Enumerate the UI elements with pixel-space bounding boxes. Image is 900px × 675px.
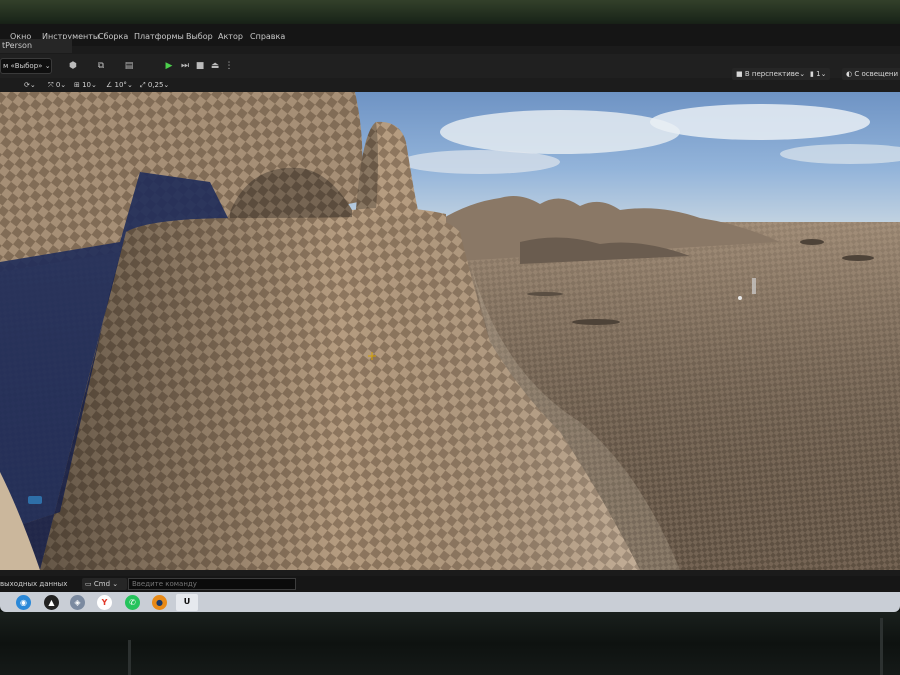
output-log-tab[interactable]: выходных данных: [0, 580, 67, 588]
cinematics-icon[interactable]: ▤: [122, 60, 136, 72]
cable: [880, 618, 883, 675]
lighting-mode-label: С освещени: [854, 70, 899, 78]
monitor-screen: Окно Инструменты Сборка Платформы Выбор …: [0, 24, 900, 612]
skip-icon[interactable]: ⏭: [178, 60, 192, 72]
camera-speed-value: 1: [816, 70, 821, 78]
lighting-mode-button[interactable]: ◐ С освещени: [842, 68, 900, 80]
console-icon: ▭: [85, 580, 92, 588]
rotation-snap-value: 0: [55, 81, 61, 89]
menu-select[interactable]: Выбор: [186, 32, 213, 41]
taskbar: ◉ ▲ ◈ Y ✆ ● U: [0, 592, 900, 612]
camera-speed-button[interactable]: ▮ 1⌄: [806, 68, 831, 80]
level-tab[interactable]: tPerson: [0, 39, 72, 53]
rock: [527, 292, 563, 296]
cloud: [400, 150, 560, 174]
yandex-icon[interactable]: Y: [97, 595, 112, 610]
more-options-icon[interactable]: ⋮: [222, 60, 236, 72]
rock: [800, 239, 824, 245]
scale-snap[interactable]: ⤢ 0,25⌄: [140, 81, 169, 90]
stop-icon[interactable]: ■: [193, 60, 207, 72]
mode-select-label: м «Выбор»: [3, 62, 43, 70]
camera-icon: ■: [736, 70, 743, 78]
cloud: [650, 104, 870, 140]
perspective-label: В перспективе: [744, 70, 800, 78]
angle-snap[interactable]: ∠ 10°⌄: [106, 81, 133, 89]
cat-icon[interactable]: ▲: [44, 595, 59, 610]
menu-actor[interactable]: Актор: [218, 32, 243, 41]
menu-help[interactable]: Справка: [250, 32, 285, 41]
rock: [842, 255, 874, 261]
light-billboard: [752, 278, 756, 294]
box-icon[interactable]: ◈: [70, 595, 85, 610]
launch-icon[interactable]: ⏏: [208, 60, 222, 72]
rotation-snap[interactable]: ⤧ 0⌄: [48, 81, 66, 90]
viewport-toolbar: ⟳⌄ ⤧ 0⌄ ⊞ 10⌄ ∠ 10°⌄ ⤢ 0,25⌄ ■ В перспек…: [0, 68, 900, 92]
cmd-select[interactable]: ▭ Cmd ⌄: [82, 578, 127, 590]
menu-platforms[interactable]: Платформы: [134, 32, 184, 41]
menu-bar: Окно Инструменты Сборка Платформы Выбор …: [0, 24, 900, 46]
camera-speed-icon: ▮: [810, 70, 814, 78]
lighting-icon: ◐: [846, 70, 853, 78]
sun-marker: [738, 296, 742, 300]
cmd-label: Cmd: [93, 580, 111, 588]
rock: [572, 319, 620, 325]
mode-select[interactable]: м «Выбор» ⌄: [0, 58, 52, 74]
grid-snap-value: 10: [82, 81, 92, 89]
blueprint-icon[interactable]: ⧉: [94, 60, 108, 72]
whatsapp-icon[interactable]: ✆: [125, 595, 140, 610]
blender-icon[interactable]: ●: [152, 595, 167, 610]
edge-icon[interactable]: ◉: [16, 595, 31, 610]
menu-build[interactable]: Сборка: [98, 32, 128, 41]
cloud: [440, 110, 680, 154]
scale-snap-value: 0,25: [147, 81, 164, 89]
add-content-icon[interactable]: ⬢: [66, 60, 80, 72]
room-background-bottom: [0, 612, 900, 675]
perspective-button[interactable]: ■ В перспективе⌄: [732, 68, 810, 80]
command-input[interactable]: [128, 578, 296, 590]
angle-snap-value: 10°: [114, 81, 127, 89]
terrain-scene: [0, 92, 900, 570]
level-viewport[interactable]: [0, 92, 900, 570]
play-icon[interactable]: ▶: [162, 60, 176, 72]
cable: [128, 640, 131, 675]
transform-rotate-icon[interactable]: ⟳⌄: [24, 81, 36, 89]
console-bar: выходных данных ▭ Cmd ⌄: [0, 576, 900, 592]
chevron-down-icon: ⌄: [44, 62, 51, 70]
unreal-icon[interactable]: U: [176, 594, 198, 611]
grid-snap[interactable]: ⊞ 10⌄: [74, 81, 97, 89]
chevron-down-icon: ⌄: [112, 580, 119, 588]
actor-billboard: [28, 496, 42, 504]
